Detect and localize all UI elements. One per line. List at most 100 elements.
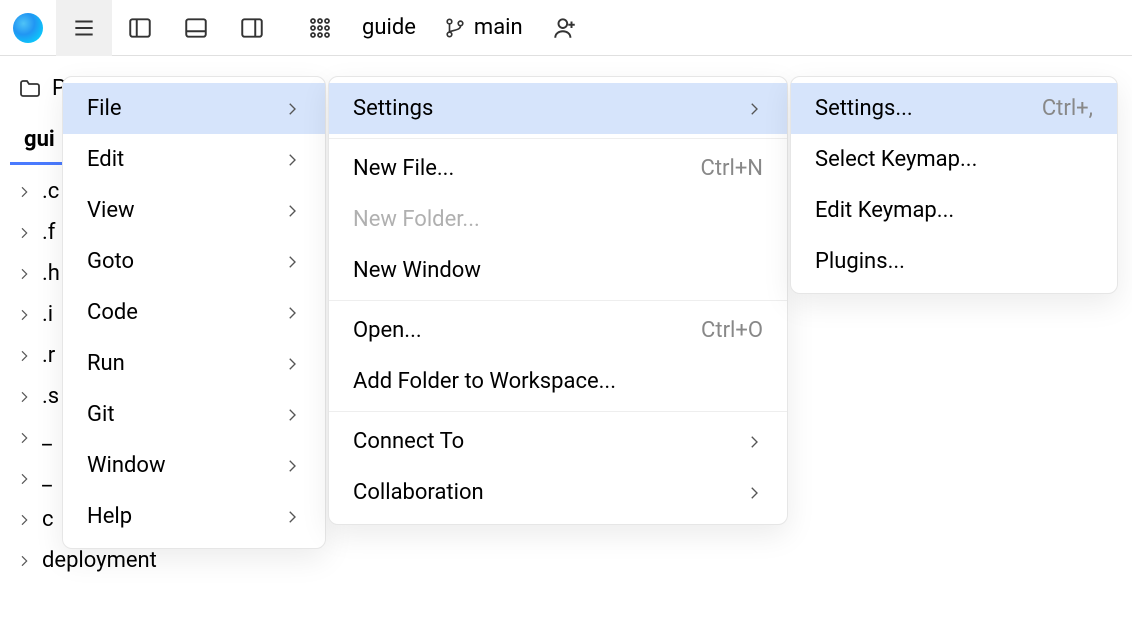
panel-right-button[interactable] (224, 0, 280, 56)
menu-separator (329, 138, 787, 139)
file-menu-item[interactable]: New Window (329, 245, 787, 296)
menu-item-label: Git (87, 402, 115, 427)
main-menu-item[interactable]: Git (63, 389, 325, 440)
menu-item-shortcut: Ctrl+, (1042, 96, 1093, 121)
menu-item-label: Goto (87, 249, 134, 274)
add-user-icon (552, 15, 578, 41)
menu-separator (329, 300, 787, 301)
tree-row-label: c (42, 507, 54, 532)
menu-item-label: Help (87, 504, 132, 529)
settings-menu-item[interactable]: Plugins... (791, 236, 1117, 287)
main-menu-item[interactable]: Run (63, 338, 325, 389)
menu-item-label: View (87, 198, 135, 223)
settings-menu-item[interactable]: Select Keymap... (791, 134, 1117, 185)
tree-row-label: .c (42, 179, 59, 204)
file-menu-item: New Folder... (329, 194, 787, 245)
chevron-right-icon (16, 553, 32, 569)
menu-item-shortcut: Ctrl+O (701, 318, 763, 343)
chevron-right-icon (283, 508, 301, 526)
file-menu-item[interactable]: Open...Ctrl+O (329, 305, 787, 356)
project-name-label: guide (362, 15, 416, 40)
tree-row-label: .f (42, 220, 55, 245)
project-name[interactable]: guide (348, 0, 430, 56)
menu-item-label: Code (87, 300, 138, 325)
panel-left-button[interactable] (112, 0, 168, 56)
menu-item-shortcut: Ctrl+N (701, 156, 764, 181)
tree-row-label: _ (42, 466, 52, 491)
settings-menu: Settings... Ctrl+, Select Keymap... Edit Ke… (790, 76, 1118, 294)
menu-item-label: New Window (353, 258, 481, 283)
menu-item-label: Connect To (353, 429, 464, 454)
menu-item-label: Select Keymap... (815, 147, 977, 172)
menu-item-label: Plugins... (815, 249, 905, 274)
menu-item-label: Settings... (815, 96, 913, 121)
settings-menu-item[interactable]: Edit Keymap... (791, 185, 1117, 236)
menu-item-label: Edit (87, 147, 124, 172)
file-menu-item[interactable]: Add Folder to Workspace... (329, 356, 787, 407)
chevron-right-icon (745, 100, 763, 118)
file-menu-item[interactable]: Collaboration (329, 467, 787, 518)
chevron-right-icon (283, 304, 301, 322)
chevron-right-icon (16, 184, 32, 200)
panel-right-icon (239, 15, 265, 41)
tree-tab-active[interactable]: gui (10, 117, 67, 165)
hamburger-menu-button[interactable] (56, 0, 112, 56)
panel-bottom-button[interactable] (168, 0, 224, 56)
main-menu-item[interactable]: Code (63, 287, 325, 338)
tree-row-label: .r (42, 343, 55, 368)
tree-row-label: .i (42, 302, 53, 327)
folder-icon (18, 77, 42, 101)
chevron-right-icon (283, 406, 301, 424)
git-branch-icon (444, 17, 466, 39)
chevron-right-icon (16, 471, 32, 487)
hamburger-icon (71, 15, 97, 41)
chevron-right-icon (283, 457, 301, 475)
menu-item-label: Edit Keymap... (815, 198, 954, 223)
chevron-right-icon (283, 355, 301, 373)
main-menu-item[interactable]: Help (63, 491, 325, 542)
menu-item-label: Run (87, 351, 125, 376)
chevron-right-icon (16, 430, 32, 446)
tree-row-label: deployment (42, 548, 157, 573)
menu-item-label: Window (87, 453, 166, 478)
file-menu: Settings New File... Ctrl+N New Folder... Ne… (328, 76, 788, 525)
chevron-right-icon (745, 484, 763, 502)
chevron-right-icon (745, 433, 763, 451)
menu-item-label: Settings (353, 96, 433, 121)
main-menu-item[interactable]: View (63, 185, 325, 236)
main-menu: File Edit View Goto Code Run Git Window Help (62, 76, 326, 549)
main-menu-item[interactable]: Edit (63, 134, 325, 185)
file-menu-item[interactable]: Connect To (329, 416, 787, 467)
main-menu-item[interactable]: File (63, 83, 325, 134)
branch-label: main (474, 15, 523, 40)
chevron-right-icon (283, 151, 301, 169)
file-menu-item[interactable]: New File... Ctrl+N (329, 143, 787, 194)
tree-tab-label: gui (24, 127, 55, 152)
branch-selector[interactable]: main (430, 0, 537, 56)
chevron-right-icon (16, 348, 32, 364)
panel-bottom-icon (183, 15, 209, 41)
toolbar: guide main (0, 0, 1132, 56)
main-menu-item[interactable]: Window (63, 440, 325, 491)
menu-item-label: File (87, 96, 122, 121)
chevron-right-icon (283, 253, 301, 271)
menu-item-label: Collaboration (353, 480, 484, 505)
panel-left-icon (127, 15, 153, 41)
file-menu-item[interactable]: Settings (329, 83, 787, 134)
app-logo[interactable] (0, 0, 56, 56)
tree-row-label: _ (42, 425, 52, 450)
tree-row-label: .h (42, 261, 60, 286)
menu-item-label: Add Folder to Workspace... (353, 369, 616, 394)
chevron-right-icon (16, 512, 32, 528)
chevron-right-icon (283, 100, 301, 118)
chevron-right-icon (16, 225, 32, 241)
logo-icon (13, 13, 43, 43)
apps-grid-button[interactable] (292, 0, 348, 56)
tree-row-label: .s (42, 384, 59, 409)
chevron-right-icon (16, 389, 32, 405)
menu-item-label: New Folder... (353, 207, 480, 232)
main-menu-item[interactable]: Goto (63, 236, 325, 287)
settings-menu-item[interactable]: Settings... Ctrl+, (791, 83, 1117, 134)
menu-item-label: New File... (353, 156, 454, 181)
add-user-button[interactable] (537, 0, 593, 56)
